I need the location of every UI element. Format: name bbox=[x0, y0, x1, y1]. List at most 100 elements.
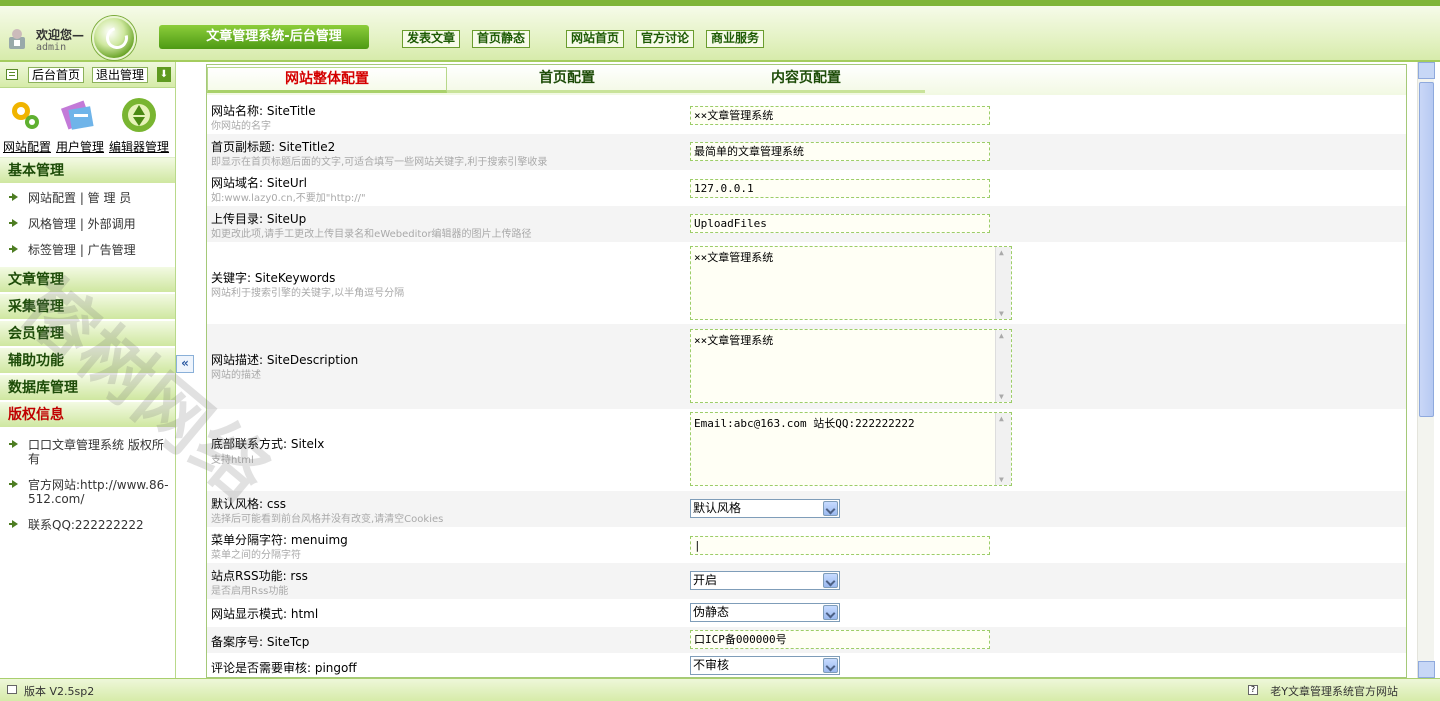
tab-home-config[interactable]: 首页配置 bbox=[447, 67, 687, 93]
field-label: 评论是否需要审核: pingoff bbox=[211, 661, 357, 675]
form-row-comment-review: 评论是否需要审核: pingoff 不审核 bbox=[207, 653, 1406, 677]
scroll-thumb[interactable] bbox=[1419, 82, 1434, 417]
arrow-right-icon bbox=[9, 520, 18, 528]
textarea-value: ××文章管理系统 bbox=[694, 334, 774, 347]
chevron-down-icon[interactable] bbox=[823, 501, 838, 516]
menu-collection[interactable]: 采集管理 bbox=[0, 294, 175, 321]
field-hint: 网站的描述 bbox=[211, 370, 261, 381]
quick-links: 网站配置 用户管理 编辑器管理 bbox=[0, 88, 175, 158]
contact-qq-line: 联系QQ:222222222 bbox=[0, 512, 175, 538]
official-site-link[interactable]: 老Y文章管理系统官方网站 bbox=[1270, 683, 1398, 699]
scroll-down-button[interactable] bbox=[1418, 661, 1435, 678]
arrow-right-icon bbox=[9, 480, 18, 488]
welcome-text: 欢迎您— bbox=[36, 28, 85, 42]
quick-link-editor-manage[interactable]: 编辑器管理 bbox=[109, 138, 169, 155]
footer-bar: 版本 V2.5sp2 ? 老Y文章管理系统官方网站 bbox=[0, 678, 1440, 701]
admin-home-button[interactable]: 后台首页 bbox=[28, 67, 85, 83]
gear-icon[interactable] bbox=[6, 96, 44, 134]
field-label: 底部联系方式: Sitelx bbox=[211, 437, 325, 451]
menu-item-label: 网站配置 | 管 理 员 bbox=[28, 191, 132, 205]
upload-dir-input[interactable]: UploadFiles bbox=[690, 214, 990, 233]
select-value: 不审核 bbox=[693, 658, 730, 672]
chevron-down-icon[interactable] bbox=[823, 658, 838, 673]
page-scrollbar[interactable] bbox=[1417, 62, 1435, 678]
arrow-down-icon[interactable]: ⬇ bbox=[157, 67, 171, 82]
site-url-input[interactable]: 127.0.0.1 bbox=[690, 179, 990, 198]
welcome-block: 欢迎您— admin bbox=[6, 22, 86, 58]
field-hint: 网站利于搜索引擎的关键字,以半角逗号分隔 bbox=[211, 288, 405, 299]
top-header: 欢迎您— admin 文章管理系统-后台管理 发表文章 首页静态 网站首页 官方… bbox=[0, 0, 1440, 62]
nav-site-home[interactable]: 网站首页 bbox=[566, 30, 625, 48]
form-row-html-mode: 网站显示模式: html 伪静态 bbox=[207, 599, 1406, 627]
textarea-scrollbar[interactable] bbox=[995, 413, 1011, 485]
comment-review-select[interactable]: 不审核 bbox=[690, 656, 840, 675]
icp-input[interactable]: 口ICP备000000号 bbox=[690, 630, 990, 649]
textarea-scrollbar[interactable] bbox=[995, 247, 1011, 319]
nav-official-forum[interactable]: 官方讨论 bbox=[636, 30, 695, 48]
help-icon: ? bbox=[1248, 685, 1258, 695]
sidebar: 后台首页 退出管理 ⬇ 网站配置 用户管理 编辑器管理 基本管理 网站配置 | … bbox=[0, 62, 176, 678]
field-hint: 如更改此项,请手工更改上传目录名和eWebeditor编辑器的图片上传路径 bbox=[211, 229, 532, 240]
contact-textarea[interactable]: Email:abc@163.com 站长QQ:222222222 bbox=[690, 412, 1012, 486]
form-row-subtitle: 首页副标题: SiteTitle2 即显示在首页标题后面的文字,可适合填写一些网… bbox=[207, 134, 1406, 170]
menu-articles[interactable]: 文章管理 bbox=[0, 267, 175, 294]
form-row-rss: 站点RSS功能: rss 是否启用Rss功能 开启 bbox=[207, 563, 1406, 599]
select-value: 默认风格 bbox=[693, 501, 742, 515]
textarea-value: ××文章管理系统 bbox=[694, 251, 774, 264]
keywords-textarea[interactable]: ××文章管理系统 bbox=[690, 246, 1012, 320]
chevron-down-icon[interactable] bbox=[823, 573, 838, 588]
quick-link-site-config[interactable]: 网站配置 bbox=[3, 138, 51, 155]
description-textarea[interactable]: ××文章管理系统 bbox=[690, 329, 1012, 403]
style-select[interactable]: 默认风格 bbox=[690, 499, 840, 518]
official-site-line[interactable]: 官方网站:http://www.86-512.com/ bbox=[0, 472, 175, 512]
subtitle-input[interactable]: 最简单的文章管理系统 bbox=[690, 142, 990, 161]
menu-item-site-config[interactable]: 网站配置 | 管 理 员 bbox=[0, 185, 175, 211]
menu-separator-input[interactable]: | bbox=[690, 536, 990, 555]
config-panel: 网站整体配置 首页配置 内容页配置 网站名称: SiteTitle 你网站的名字… bbox=[206, 64, 1407, 678]
menu-item-tags[interactable]: 标签管理 | 广告管理 bbox=[0, 237, 175, 263]
logout-button[interactable]: 退出管理 bbox=[92, 67, 149, 83]
logo-icon bbox=[92, 16, 136, 60]
collapse-sidebar-button[interactable]: « bbox=[176, 355, 194, 373]
quick-link-user-manage[interactable]: 用户管理 bbox=[56, 138, 104, 155]
users-icon[interactable] bbox=[60, 96, 98, 134]
arrow-right-icon bbox=[9, 193, 18, 201]
field-hint: 是否启用Rss功能 bbox=[211, 586, 289, 597]
menu-database[interactable]: 数据库管理 bbox=[0, 375, 175, 402]
nav-publish-article[interactable]: 发表文章 bbox=[402, 30, 461, 48]
form-row-description: 网站描述: SiteDescription 网站的描述 ××文章管理系统 bbox=[207, 324, 1406, 409]
form-row-site-title: 网站名称: SiteTitle 你网站的名字 ××文章管理系统 bbox=[207, 98, 1406, 134]
site-title-input[interactable]: ××文章管理系统 bbox=[690, 106, 990, 125]
menu-basic[interactable]: 基本管理 bbox=[0, 158, 175, 185]
list-icon bbox=[6, 69, 18, 80]
form-row-keywords: 关键字: SiteKeywords 网站利于搜索引擎的关键字,以半角逗号分隔 ×… bbox=[207, 242, 1406, 324]
menu-copyright[interactable]: 版权信息 bbox=[0, 402, 175, 429]
nav-homepage-static[interactable]: 首页静态 bbox=[472, 30, 531, 48]
menu-members[interactable]: 会员管理 bbox=[0, 321, 175, 348]
form-row-icp: 备案序号: SiteTcp 口ICP备000000号 bbox=[207, 627, 1406, 653]
chevron-down-icon[interactable] bbox=[823, 605, 838, 620]
html-mode-select[interactable]: 伪静态 bbox=[690, 603, 840, 622]
sidebar-toolbar: 后台首页 退出管理 ⬇ bbox=[0, 62, 175, 88]
tab-bar: 网站整体配置 首页配置 内容页配置 bbox=[207, 65, 1406, 95]
textarea-scrollbar[interactable] bbox=[995, 330, 1011, 402]
field-hint: 你网站的名字 bbox=[211, 121, 271, 132]
arrow-right-icon bbox=[9, 219, 18, 227]
menu-item-label: 标签管理 | 广告管理 bbox=[28, 243, 136, 257]
contact-qq-text: 联系QQ:222222222 bbox=[28, 518, 144, 532]
tab-content-config[interactable]: 内容页配置 bbox=[687, 67, 925, 93]
rss-select[interactable]: 开启 bbox=[690, 571, 840, 590]
scroll-up-button[interactable] bbox=[1418, 62, 1435, 79]
official-site-text: 官方网站:http://www.86-512.com/ bbox=[28, 478, 169, 506]
field-hint: 如:www.lazy0.cn,不要加"http://" bbox=[211, 193, 366, 204]
form-row-style: 默认风格: css 选择后可能看到前台风格并没有改变,请清空Cookies 默认… bbox=[207, 491, 1406, 527]
field-hint: 选择后可能看到前台风格并没有改变,请清空Cookies bbox=[211, 514, 444, 525]
field-hint: 即显示在首页标题后面的文字,可适合填写一些网站关键字,利于搜索引擎收录 bbox=[211, 157, 548, 168]
form-row-upload-dir: 上传目录: SiteUp 如更改此项,请手工更改上传目录名和eWebeditor… bbox=[207, 206, 1406, 242]
menu-tools[interactable]: 辅助功能 bbox=[0, 348, 175, 375]
arrow-right-icon bbox=[9, 245, 18, 253]
menu-item-style[interactable]: 风格管理 | 外部调用 bbox=[0, 211, 175, 237]
editor-icon[interactable] bbox=[120, 96, 158, 134]
nav-business-service[interactable]: 商业服务 bbox=[706, 30, 765, 48]
tab-site-config[interactable]: 网站整体配置 bbox=[207, 67, 447, 93]
